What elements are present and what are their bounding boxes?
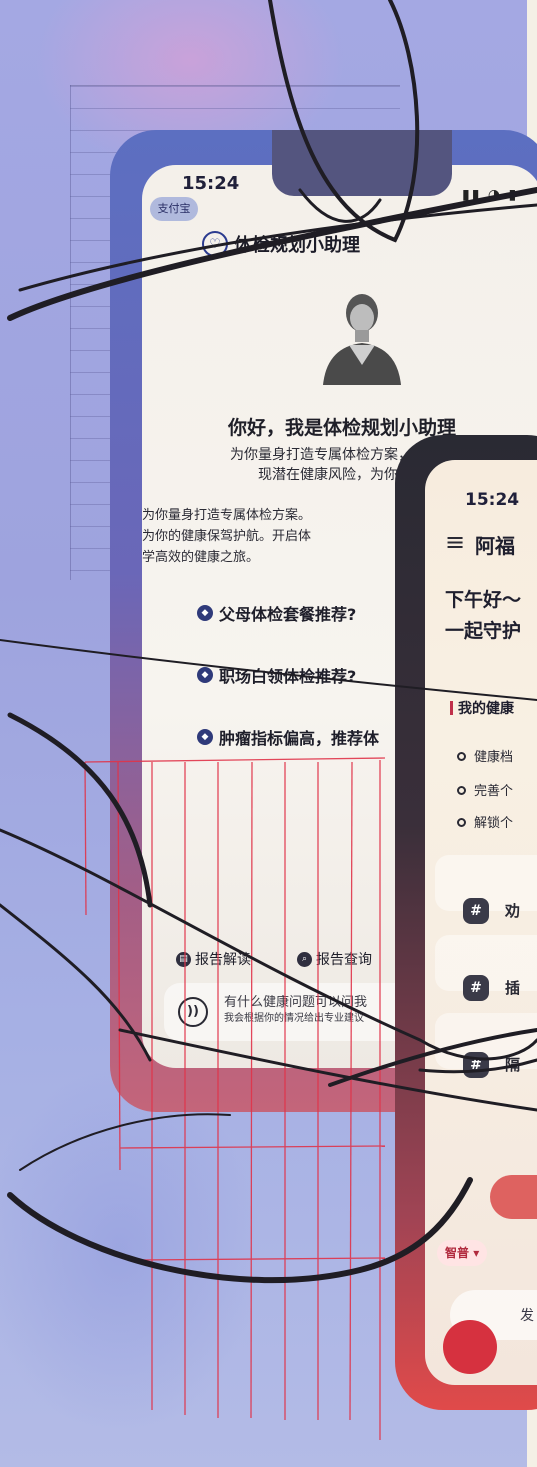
suggested-question[interactable]: ◆ 父母体检套餐推荐? bbox=[197, 601, 356, 625]
hashtag-icon: # bbox=[463, 898, 489, 924]
ledger-column-line bbox=[70, 85, 71, 580]
status-time: 15:24 bbox=[182, 173, 240, 194]
list-item-label: 完善个 bbox=[474, 784, 514, 799]
suggested-question[interactable]: ◆ 肿瘤指标偏高，推荐体 bbox=[197, 725, 379, 749]
send-label: 发 bbox=[520, 1308, 534, 1324]
question-label: 肿瘤指标偏高，推荐体 bbox=[219, 729, 380, 748]
question-bullet-icon: ◆ bbox=[197, 667, 213, 683]
topic-label: 插 bbox=[505, 979, 521, 997]
hashtag-icon: # bbox=[463, 1052, 489, 1078]
list-item-label: 解锁个 bbox=[474, 816, 514, 831]
greeting-line: 下午好～ bbox=[445, 589, 522, 611]
question-label: 职场白领体检推荐? bbox=[219, 667, 357, 686]
tool-label: 报告解读 bbox=[195, 952, 251, 968]
status-time: 15:24 bbox=[465, 490, 520, 510]
home-greeting: 下午好～ 一起守护 bbox=[445, 585, 521, 647]
topic-label: 隔 bbox=[505, 1056, 521, 1074]
bullet-icon bbox=[457, 786, 466, 795]
model-chip[interactable]: 智普 ▾ bbox=[437, 1240, 488, 1266]
phone-notch bbox=[272, 130, 452, 196]
bullet-icon bbox=[457, 752, 466, 761]
assistant-avatar bbox=[323, 294, 401, 385]
tool-label: 报告查询 bbox=[316, 952, 372, 968]
action-pill[interactable] bbox=[490, 1175, 537, 1219]
question-label: 父母体检套餐推荐? bbox=[219, 605, 357, 624]
greeting-line: 一起守护 bbox=[445, 620, 522, 642]
mic-button[interactable] bbox=[443, 1320, 497, 1374]
report-icon: ▤ bbox=[176, 951, 191, 967]
signal-wifi-battery-icon: ▮▮ ◔ ▮ bbox=[462, 187, 519, 203]
assistant-header: ♡ 体检规划小助理 bbox=[202, 231, 360, 257]
user-name: 阿福 bbox=[475, 534, 515, 558]
assistant-logo-icon: ♡ bbox=[202, 231, 228, 257]
health-list-item[interactable]: 健康档 bbox=[457, 746, 513, 765]
hashtag-icon: # bbox=[463, 975, 489, 1001]
list-item-label: 健康档 bbox=[474, 750, 514, 765]
search-icon: ⌕ bbox=[297, 951, 312, 967]
question-bullet-icon: ◆ bbox=[197, 729, 213, 745]
bullet-icon bbox=[457, 818, 466, 827]
topic-label: 劝 bbox=[505, 902, 521, 920]
suggested-question[interactable]: ◆ 职场白领体检推荐? bbox=[197, 663, 356, 687]
artwork-stage: 15:24 支付宝 ▮▮ ◔ ▮ ♡ 体检规划小助理 你好，我是体检规划小助理 … bbox=[0, 0, 537, 1467]
phone-screen-2: 15:24 ≡ 阿福 下午好～ 一起守护 我的健康 健康档 完善个 解锁个 # … bbox=[425, 460, 537, 1385]
health-list-item[interactable]: 解锁个 bbox=[457, 812, 513, 831]
question-bullet-icon: ◆ bbox=[197, 605, 213, 621]
app-capsule[interactable]: 支付宝 bbox=[150, 197, 198, 221]
model-chip-label: 智普 bbox=[445, 1246, 470, 1260]
health-list-item[interactable]: 完善个 bbox=[457, 780, 513, 799]
report-interpret-button[interactable]: ▤ 报告解读 bbox=[176, 949, 251, 969]
voice-icon[interactable]: )) bbox=[178, 997, 208, 1027]
report-query-button[interactable]: ⌕ 报告查询 bbox=[297, 949, 372, 969]
section-title: 我的健康 bbox=[450, 698, 514, 718]
page-title: 体检规划小助理 bbox=[234, 235, 360, 256]
menu-icon[interactable]: ≡ bbox=[445, 530, 465, 554]
